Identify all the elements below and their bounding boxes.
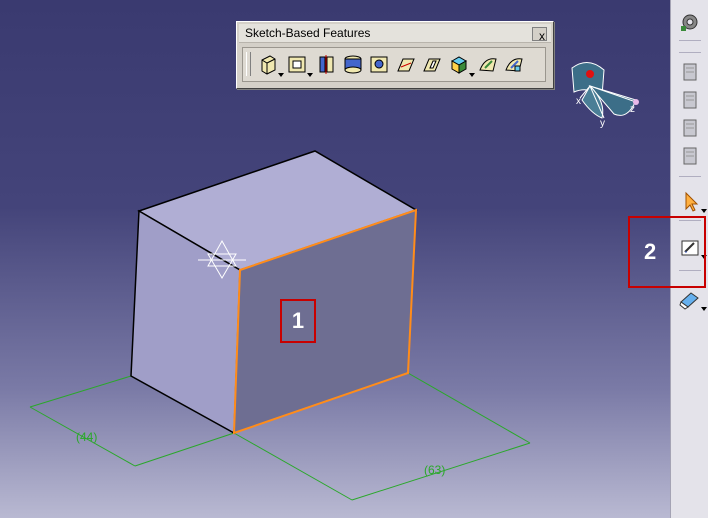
pad-button[interactable] [255, 51, 284, 77]
close-button[interactable]: x [532, 27, 547, 43]
eraser-button[interactable] [677, 288, 707, 312]
document-icon-2 [683, 91, 697, 109]
multi-sections-solid-button[interactable] [475, 51, 501, 77]
remove-multi-sections-button[interactable] [501, 51, 527, 77]
dimension-label-right: (63) [424, 463, 445, 477]
document-icon-3 [683, 119, 697, 137]
rib-button[interactable] [393, 51, 419, 77]
toolbar-titlebar[interactable]: Sketch-Based Features x [239, 24, 551, 43]
sidebar-doc-1[interactable] [677, 60, 703, 84]
close-icon: x [539, 29, 545, 43]
dimension-label-left: (44) [76, 430, 97, 444]
toolbar-buttons [242, 47, 546, 82]
callout-1: 1 [280, 299, 316, 343]
pocket-button[interactable] [284, 51, 313, 77]
eraser-icon [679, 292, 699, 310]
sidebar-doc-3[interactable] [677, 116, 703, 140]
slot-icon [423, 58, 441, 72]
toolbar-grip[interactable] [246, 52, 251, 76]
pad-icon [261, 55, 276, 75]
groove-icon [344, 55, 362, 74]
callout-2: 2 [628, 216, 706, 288]
shaft-icon [319, 55, 334, 74]
document-icon-4 [683, 147, 697, 165]
select-arrow-icon [685, 191, 699, 212]
rib-icon [397, 58, 415, 72]
sidebar-doc-4[interactable] [677, 144, 703, 168]
solid-combine-button[interactable] [446, 51, 475, 77]
multi-sections-solid-icon [479, 58, 497, 72]
callout-2-label: 2 [644, 239, 657, 264]
compass-x-label: x [576, 96, 581, 107]
shaft-button[interactable] [314, 51, 340, 77]
document-icon-1 [683, 63, 697, 81]
remove-multi-sections-icon [505, 58, 523, 72]
pocket-icon [288, 56, 306, 73]
compass-y-label: y [600, 118, 605, 128]
select-button[interactable] [677, 190, 707, 214]
slot-button[interactable] [419, 51, 445, 77]
gear-icon [681, 14, 698, 31]
sidebar-doc-2[interactable] [677, 88, 703, 112]
solid-combine-icon [450, 56, 468, 74]
gear-button[interactable] [677, 10, 703, 34]
hole-icon [370, 56, 388, 73]
groove-button[interactable] [340, 51, 366, 77]
hole-button[interactable] [366, 51, 392, 77]
compass-origin-icon [586, 70, 594, 78]
compass-widget[interactable]: x y z [566, 56, 648, 128]
compass-z-label: z [630, 104, 635, 115]
sketch-based-features-toolbar[interactable]: Sketch-Based Features x [236, 21, 554, 89]
toolbar-title: Sketch-Based Features [245, 26, 371, 40]
callout-1-label: 1 [291, 308, 305, 333]
